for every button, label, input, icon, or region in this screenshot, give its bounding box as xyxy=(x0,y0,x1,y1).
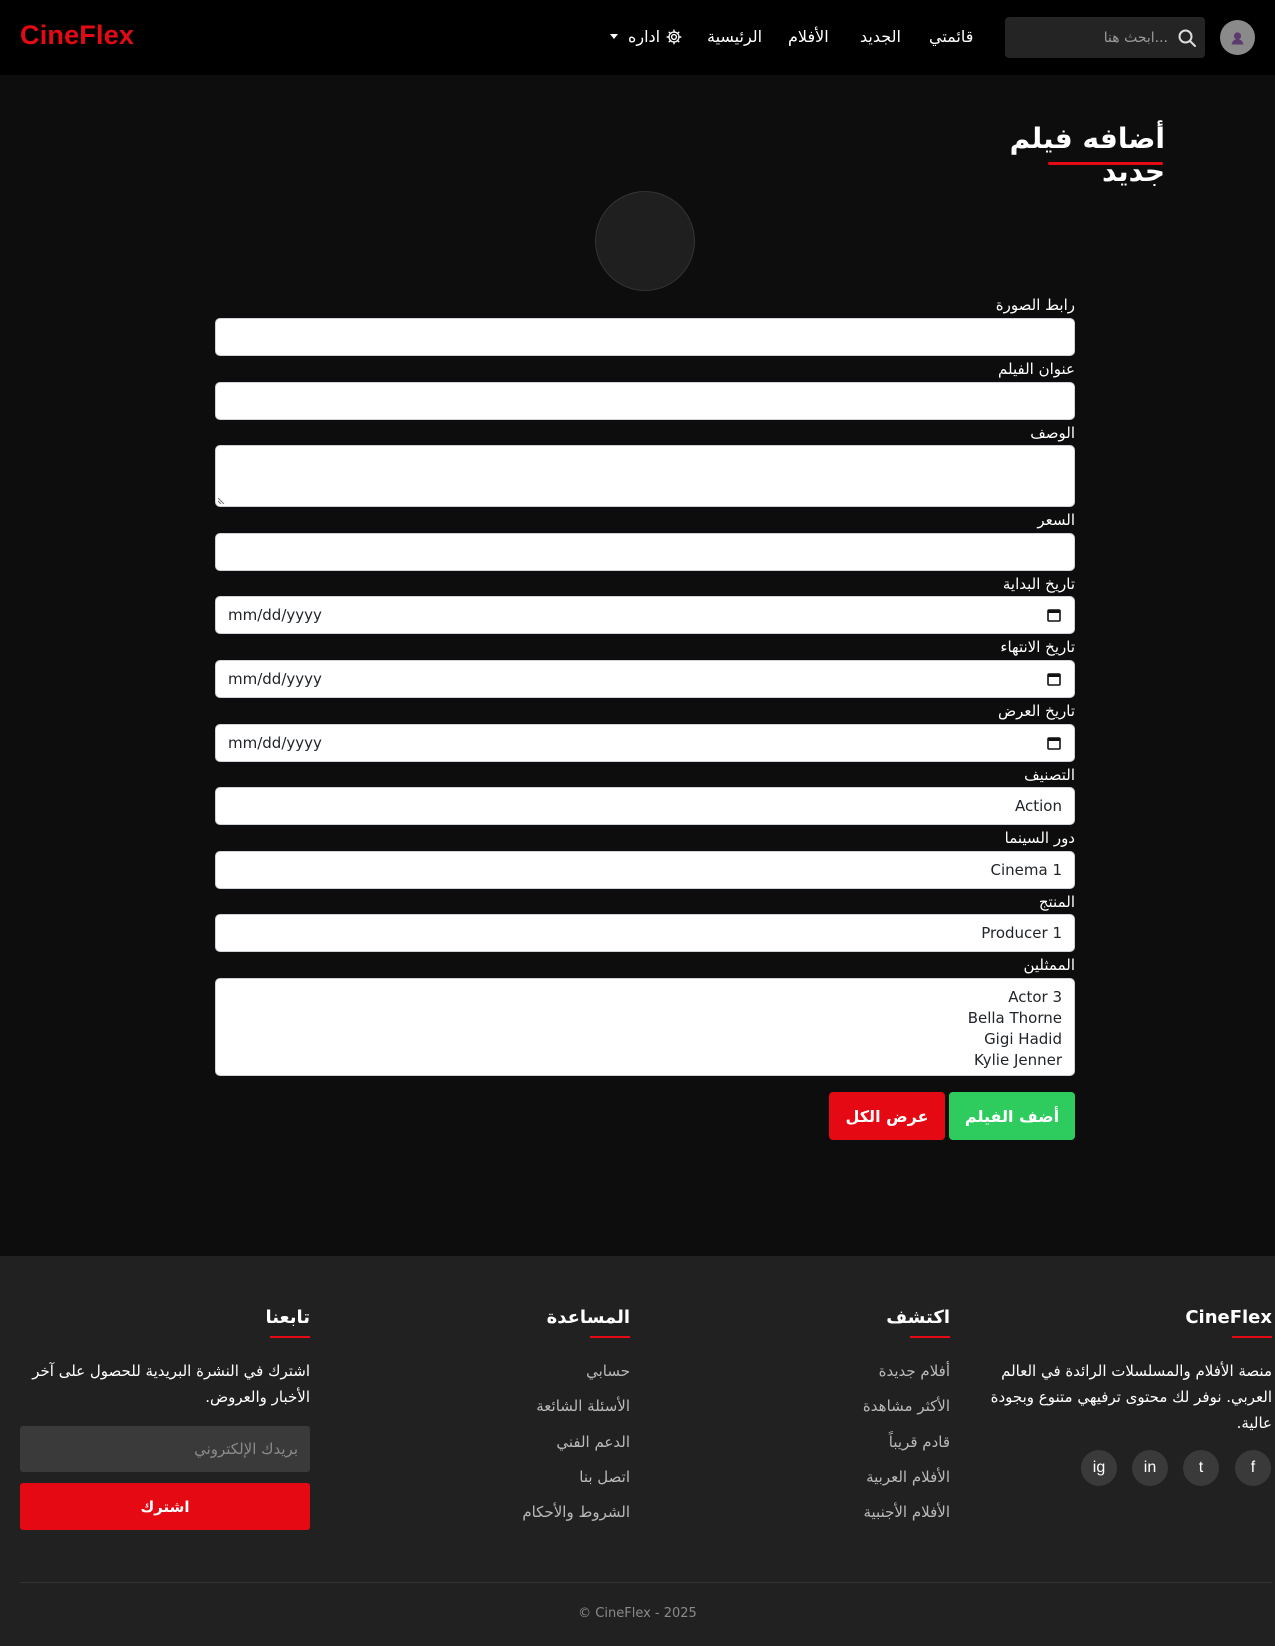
nav-admin-dropdown[interactable]: اداره xyxy=(610,27,682,46)
view-all-button[interactable]: عرض الكل xyxy=(829,1092,945,1140)
title-label: عنوان الفيلم xyxy=(998,360,1075,378)
producer-label: المنتج xyxy=(1038,893,1075,911)
footer-link-new-movies[interactable]: أفلام جديدة xyxy=(879,1362,950,1380)
search-input[interactable] xyxy=(1005,17,1180,58)
gear-icon xyxy=(666,29,682,44)
add-movie-button[interactable]: أضف الفيلم xyxy=(949,1092,1075,1140)
actors-multiselect[interactable]: Actor 3 Bella Thorne Gigi Hadid Kylie Je… xyxy=(215,978,1075,1076)
footer-link-foreign-movies[interactable]: الأفلام الأجنبية xyxy=(863,1503,950,1521)
producer-selected-value: Producer 1 xyxy=(981,924,1062,942)
subscribe-button[interactable]: اشترك xyxy=(20,1483,310,1530)
calendar-icon[interactable] xyxy=(1046,671,1062,687)
footer-link-support[interactable]: الدعم الفني xyxy=(556,1433,630,1451)
title-underline xyxy=(1048,162,1163,165)
cinema-selected-value: Cinema 1 xyxy=(990,861,1063,879)
instagram-icon[interactable]: ig xyxy=(1081,1450,1117,1486)
footer-divider xyxy=(20,1582,1272,1583)
footer-heading-underline xyxy=(910,1336,950,1338)
footer-heading-underline xyxy=(1232,1336,1272,1338)
brand-logo[interactable]: CineFlex xyxy=(20,20,134,51)
category-label: التصنيف xyxy=(1024,766,1075,784)
copyright-text: CineFlex - 2025 © xyxy=(578,1606,697,1621)
linkedin-icon[interactable]: in xyxy=(1132,1450,1168,1486)
show-date-label: تاريخ العرض xyxy=(998,702,1075,720)
footer-heading-underline xyxy=(590,1336,630,1338)
nav-admin-label: اداره xyxy=(628,27,661,46)
footer-help-heading: المساعدة xyxy=(546,1307,630,1328)
calendar-icon[interactable] xyxy=(1046,735,1062,751)
newsletter-email-input[interactable] xyxy=(20,1426,310,1472)
end-date-value: mm/dd/yyyy xyxy=(228,670,322,688)
footer-link-contact[interactable]: اتصل بنا xyxy=(579,1468,630,1486)
chevron-down-icon xyxy=(610,34,618,39)
cinema-select[interactable]: Cinema 1 xyxy=(215,851,1075,889)
nav-new[interactable]: الجديد xyxy=(860,27,901,46)
description-textarea[interactable] xyxy=(215,445,1075,507)
actor-option[interactable]: Actor 3 xyxy=(228,987,1062,1008)
show-date-value: mm/dd/yyyy xyxy=(228,734,322,752)
image-url-input[interactable] xyxy=(215,318,1075,356)
actor-option[interactable]: Kylie Jenner xyxy=(228,1050,1062,1071)
search-box xyxy=(1005,17,1205,58)
footer-link-coming-soon[interactable]: قادم قريباً xyxy=(889,1433,950,1451)
search-icon[interactable] xyxy=(1177,28,1197,48)
end-date-input[interactable]: mm/dd/yyyy xyxy=(215,660,1075,698)
footer-link-faq[interactable]: الأسئلة الشائعة xyxy=(536,1397,630,1415)
cinema-label: دور السينما xyxy=(1004,829,1075,847)
footer-link-account[interactable]: حسابي xyxy=(586,1362,630,1380)
footer-brand-heading: CineFlex xyxy=(1185,1307,1272,1328)
user-avatar[interactable] xyxy=(1220,20,1255,55)
footer-link-most-watched[interactable]: الأكثر مشاهدة xyxy=(863,1397,950,1415)
show-date-input[interactable]: mm/dd/yyyy xyxy=(215,724,1075,762)
footer-newsletter-text: اشترك في النشرة البريدية للحصول على آخر … xyxy=(32,1362,310,1406)
footer-heading-underline xyxy=(270,1336,310,1338)
resize-handle-icon[interactable] xyxy=(218,496,226,504)
category-select[interactable]: Action xyxy=(215,787,1075,825)
title-input[interactable] xyxy=(215,382,1075,420)
start-date-value: mm/dd/yyyy xyxy=(228,606,322,624)
twitter-icon[interactable]: t xyxy=(1183,1450,1219,1486)
page-title: أضافه فيلم جديد xyxy=(1009,122,1165,188)
category-selected-value: Action xyxy=(1015,797,1062,815)
footer-link-arabic-movies[interactable]: الأفلام العربية xyxy=(866,1468,950,1486)
price-input[interactable] xyxy=(215,533,1075,571)
footer-link-terms[interactable]: الشروط والأحكام xyxy=(522,1503,630,1521)
user-icon xyxy=(1231,32,1244,45)
price-label: السعر xyxy=(1037,511,1075,529)
navbar: CineFlex اداره الرئيسية الأفلام الجديد ق… xyxy=(0,0,1275,75)
actors-label: الممثلين xyxy=(1023,956,1075,974)
nav-my-list[interactable]: قائمتي xyxy=(929,27,973,46)
poster-preview-image xyxy=(595,191,695,291)
end-date-label: تاريخ الانتهاء xyxy=(1000,638,1075,656)
calendar-icon[interactable] xyxy=(1046,607,1062,623)
footer-brand-text: منصة الأفلام والمسلسلات الرائدة في العال… xyxy=(990,1362,1272,1432)
start-date-label: تاريخ البداية xyxy=(1002,575,1075,593)
nav-movies[interactable]: الأفلام xyxy=(788,27,829,46)
facebook-icon[interactable]: f xyxy=(1235,1450,1271,1486)
actor-option[interactable]: Bella Thorne xyxy=(228,1008,1062,1029)
nav-home[interactable]: الرئيسية xyxy=(707,27,762,46)
producer-select[interactable]: Producer 1 xyxy=(215,914,1075,952)
image-url-label: رابط الصورة xyxy=(995,296,1075,314)
start-date-input[interactable]: mm/dd/yyyy xyxy=(215,596,1075,634)
description-label: الوصف xyxy=(1030,424,1075,442)
actor-option[interactable]: Gigi Hadid xyxy=(228,1029,1062,1050)
footer-discover-heading: اكتشف xyxy=(886,1307,950,1328)
footer-follow-heading: تابعنا xyxy=(265,1307,310,1328)
